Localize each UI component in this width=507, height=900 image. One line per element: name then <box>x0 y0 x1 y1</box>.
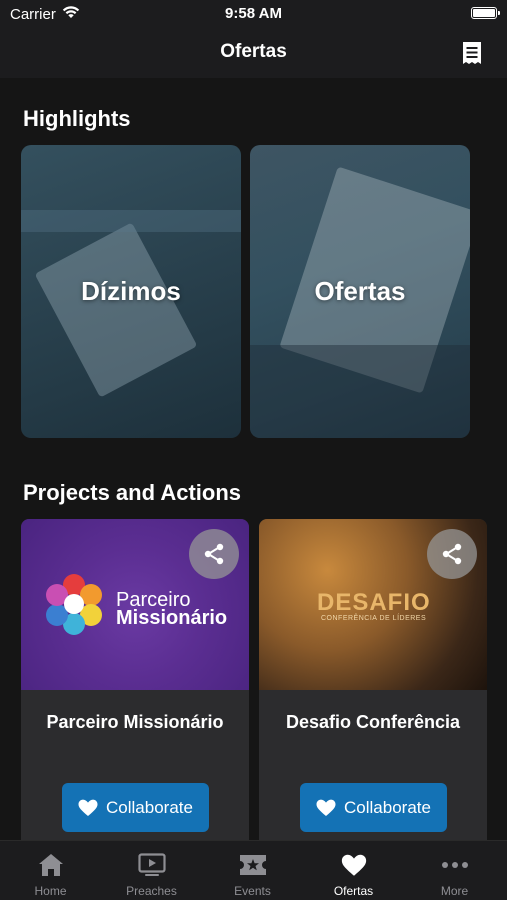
status-bar: Carrier 9:58 AM <box>0 0 507 30</box>
tab-label: More <box>440 884 469 898</box>
collaborate-button[interactable]: Collaborate <box>300 783 447 832</box>
heart-icon <box>316 799 336 816</box>
receipt-icon[interactable] <box>461 41 483 65</box>
project-title: Desafio Conferência <box>285 712 461 732</box>
project-card-parceiro-missionario[interactable]: Parceiro Missionário Parceiro Missionári… <box>21 519 249 840</box>
collaborate-label: Collaborate <box>344 797 431 817</box>
share-button[interactable] <box>189 529 239 579</box>
collaborate-label: Collaborate <box>106 797 193 817</box>
project-image: Parceiro Missionário <box>21 519 249 690</box>
parceiro-logo-icon <box>46 574 102 635</box>
battery-icon <box>471 7 500 19</box>
main-content[interactable]: Highlights Dízimos Ofertas Projects and … <box>0 78 507 840</box>
tab-label: Preaches <box>126 884 177 898</box>
heart-icon <box>78 799 98 816</box>
projects-title: Projects and Actions <box>23 480 242 505</box>
video-icon <box>137 852 166 878</box>
logo-text-line1: DESAFIO <box>317 589 431 616</box>
share-icon <box>442 543 462 565</box>
tab-label: Home <box>34 884 67 898</box>
share-icon <box>204 543 224 565</box>
navigation-bar: Ofertas <box>0 30 507 78</box>
status-time: 9:58 AM <box>225 5 282 22</box>
ticket-icon <box>239 852 267 878</box>
logo-text-line2: Missionário <box>116 607 228 629</box>
logo-text-line2: CONFERÊNCIA DE LÍDERES <box>321 615 427 622</box>
highlight-card-ofertas[interactable]: Ofertas <box>250 145 470 438</box>
highlights-title: Highlights <box>23 106 131 131</box>
highlight-card-dizimos[interactable]: Dízimos <box>21 145 241 438</box>
share-button[interactable] <box>427 529 477 579</box>
page-title: Ofertas <box>220 41 287 62</box>
more-icon <box>441 852 469 878</box>
heart-icon <box>340 852 368 878</box>
collaborate-button[interactable]: Collaborate <box>62 783 209 832</box>
tab-more[interactable]: More <box>404 841 505 900</box>
project-card-desafio-conferencia[interactable]: DESAFIO CONFERÊNCIA DE LÍDERES Desafio C… <box>259 519 487 840</box>
tab-events[interactable]: Events <box>202 841 303 900</box>
tab-ofertas[interactable]: Ofertas <box>303 841 404 900</box>
project-title: Parceiro Missionário <box>46 712 224 732</box>
tab-label: Events <box>234 884 271 898</box>
tab-label: Ofertas <box>333 884 374 898</box>
home-icon <box>37 852 65 878</box>
highlight-label: Dízimos <box>81 276 181 306</box>
project-image: DESAFIO CONFERÊNCIA DE LÍDERES <box>259 519 487 690</box>
tab-bar: Home Preaches Events Ofertas More <box>0 840 507 900</box>
tab-home[interactable]: Home <box>0 841 101 900</box>
highlight-label: Ofertas <box>314 276 406 306</box>
tab-preaches[interactable]: Preaches <box>101 841 202 900</box>
